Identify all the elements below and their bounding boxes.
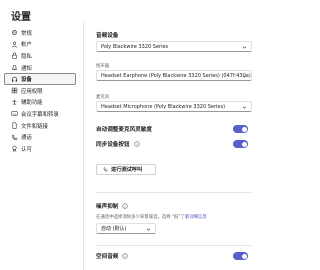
- sidebar-item-calls[interactable]: 通话: [4, 131, 76, 143]
- lock-icon: [10, 52, 18, 60]
- sidebar-item-general[interactable]: 常规: [4, 27, 76, 39]
- gear-icon: [10, 29, 18, 37]
- section-divider: [96, 192, 252, 193]
- sidebar-item-devices[interactable]: 设备: [4, 73, 76, 85]
- description-text: 在通话中选择消除多少背景噪音。选择 "低": [96, 215, 181, 220]
- speaker-select[interactable]: Headset Earphone (Poly Blackwire 3320 Se…: [96, 70, 252, 81]
- chevron-down-icon: [242, 75, 247, 78]
- sidebar-item-label: 设备: [21, 77, 32, 84]
- sidebar-item-label: 应用权限: [21, 88, 43, 95]
- toggle-knob: [241, 126, 247, 132]
- chevron-down-icon: [242, 106, 247, 109]
- sidebar-item-recognition[interactable]: 认可: [4, 143, 76, 155]
- sync-buttons-text: 同步设备按钮: [96, 142, 130, 148]
- sidebar-item-label: 认可: [21, 146, 32, 153]
- speaker-label: 扬声器: [96, 64, 110, 69]
- spatial-audio-toggle[interactable]: [233, 252, 248, 260]
- device-icon: [10, 75, 18, 83]
- chevron-down-icon: [242, 46, 247, 49]
- noise-suppression-description: 在通话中选择消除多少背景噪音。选择 "低"了解详细信息: [96, 214, 207, 220]
- sidebar-item-notifications[interactable]: 通知: [4, 62, 76, 74]
- sidebar-item-label: 通话: [21, 135, 32, 142]
- accessibility-icon: [10, 98, 18, 106]
- microphone-select[interactable]: Headset Microphone (Poly Blackwire 3320 …: [96, 101, 252, 112]
- phone-icon: [10, 133, 18, 141]
- page-title: 设置: [11, 12, 31, 23]
- captions-icon: [10, 110, 18, 118]
- toggle-knob: [241, 141, 247, 147]
- sidebar: 常规 帐户 隐私 通知 设备 应用权限 辅助功能 会议字幕和转录 文件和链接 通…: [4, 27, 76, 155]
- auto-adjust-label: 自动调整麦克风灵敏度: [96, 125, 152, 133]
- sidebar-item-accounts[interactable]: 帐户: [4, 39, 76, 51]
- sidebar-item-captions[interactable]: 会议字幕和转录: [4, 108, 76, 120]
- info-icon[interactable]: [133, 141, 140, 147]
- speaker-value: Headset Earphone (Poly Blackwire 3320 Se…: [101, 72, 251, 79]
- sidebar-item-label: 辅助功能: [21, 100, 43, 107]
- noise-suppression-select[interactable]: 自动 (默认): [96, 223, 156, 234]
- auto-adjust-text: 自动调整麦克风灵敏度: [96, 127, 152, 133]
- badge-icon: [10, 145, 18, 153]
- noise-suppression-title: 噪声抑制: [96, 202, 129, 210]
- sync-buttons-label: 同步设备按钮: [96, 140, 140, 148]
- auto-adjust-toggle[interactable]: [233, 125, 248, 133]
- sidebar-item-label: 常规: [21, 30, 32, 37]
- sidebar-item-privacy[interactable]: 隐私: [4, 50, 76, 62]
- microphone-label: 麦克风: [96, 95, 110, 100]
- audio-device-select[interactable]: Poly Blackwire 3320 Series: [96, 41, 252, 52]
- sidebar-item-label: 隐私: [21, 53, 32, 60]
- section-divider: [96, 245, 252, 246]
- info-icon[interactable]: [122, 253, 129, 259]
- sidebar-item-label: 文件和链接: [21, 123, 48, 130]
- chevron-down-icon: [146, 228, 151, 231]
- sidebar-item-files[interactable]: 文件和链接: [4, 120, 76, 132]
- settings-window: 设置 常规 帐户 隐私 通知 设备 应用权限 辅助功能 会议字幕和转录 文件和链…: [0, 0, 300, 270]
- sidebar-item-label: 会议字幕和转录: [21, 111, 59, 118]
- test-call-button[interactable]: 进行测试呼叫: [96, 164, 156, 175]
- noise-suppression-value: 自动 (默认): [101, 226, 127, 232]
- learn-more-link[interactable]: 了解详细信息: [180, 215, 206, 220]
- sidebar-item-accessibility[interactable]: 辅助功能: [4, 97, 76, 109]
- grid-icon: [10, 87, 18, 95]
- sidebar-item-app-permissions[interactable]: 应用权限: [4, 85, 76, 97]
- info-icon[interactable]: [122, 203, 129, 209]
- sidebar-item-label: 帐户: [21, 42, 32, 49]
- user-icon: [10, 40, 18, 48]
- audio-device-title: 音频设备: [96, 33, 119, 39]
- spatial-audio-text: 空间音频: [96, 254, 119, 260]
- spatial-audio-label: 空间音频: [96, 252, 129, 260]
- microphone-value: Headset Microphone (Poly Blackwire 3320 …: [101, 103, 226, 110]
- noise-suppression-text: 噪声抑制: [96, 204, 119, 210]
- sidebar-divider: [83, 22, 84, 270]
- bell-icon: [10, 64, 18, 72]
- file-icon: [10, 122, 18, 130]
- phone-icon: [103, 167, 108, 172]
- audio-device-value: Poly Blackwire 3320 Series: [101, 43, 169, 50]
- sync-buttons-toggle[interactable]: [233, 140, 248, 148]
- sidebar-item-label: 通知: [21, 65, 32, 72]
- toggle-knob: [241, 253, 247, 259]
- test-call-label: 进行测试呼叫: [111, 167, 143, 173]
